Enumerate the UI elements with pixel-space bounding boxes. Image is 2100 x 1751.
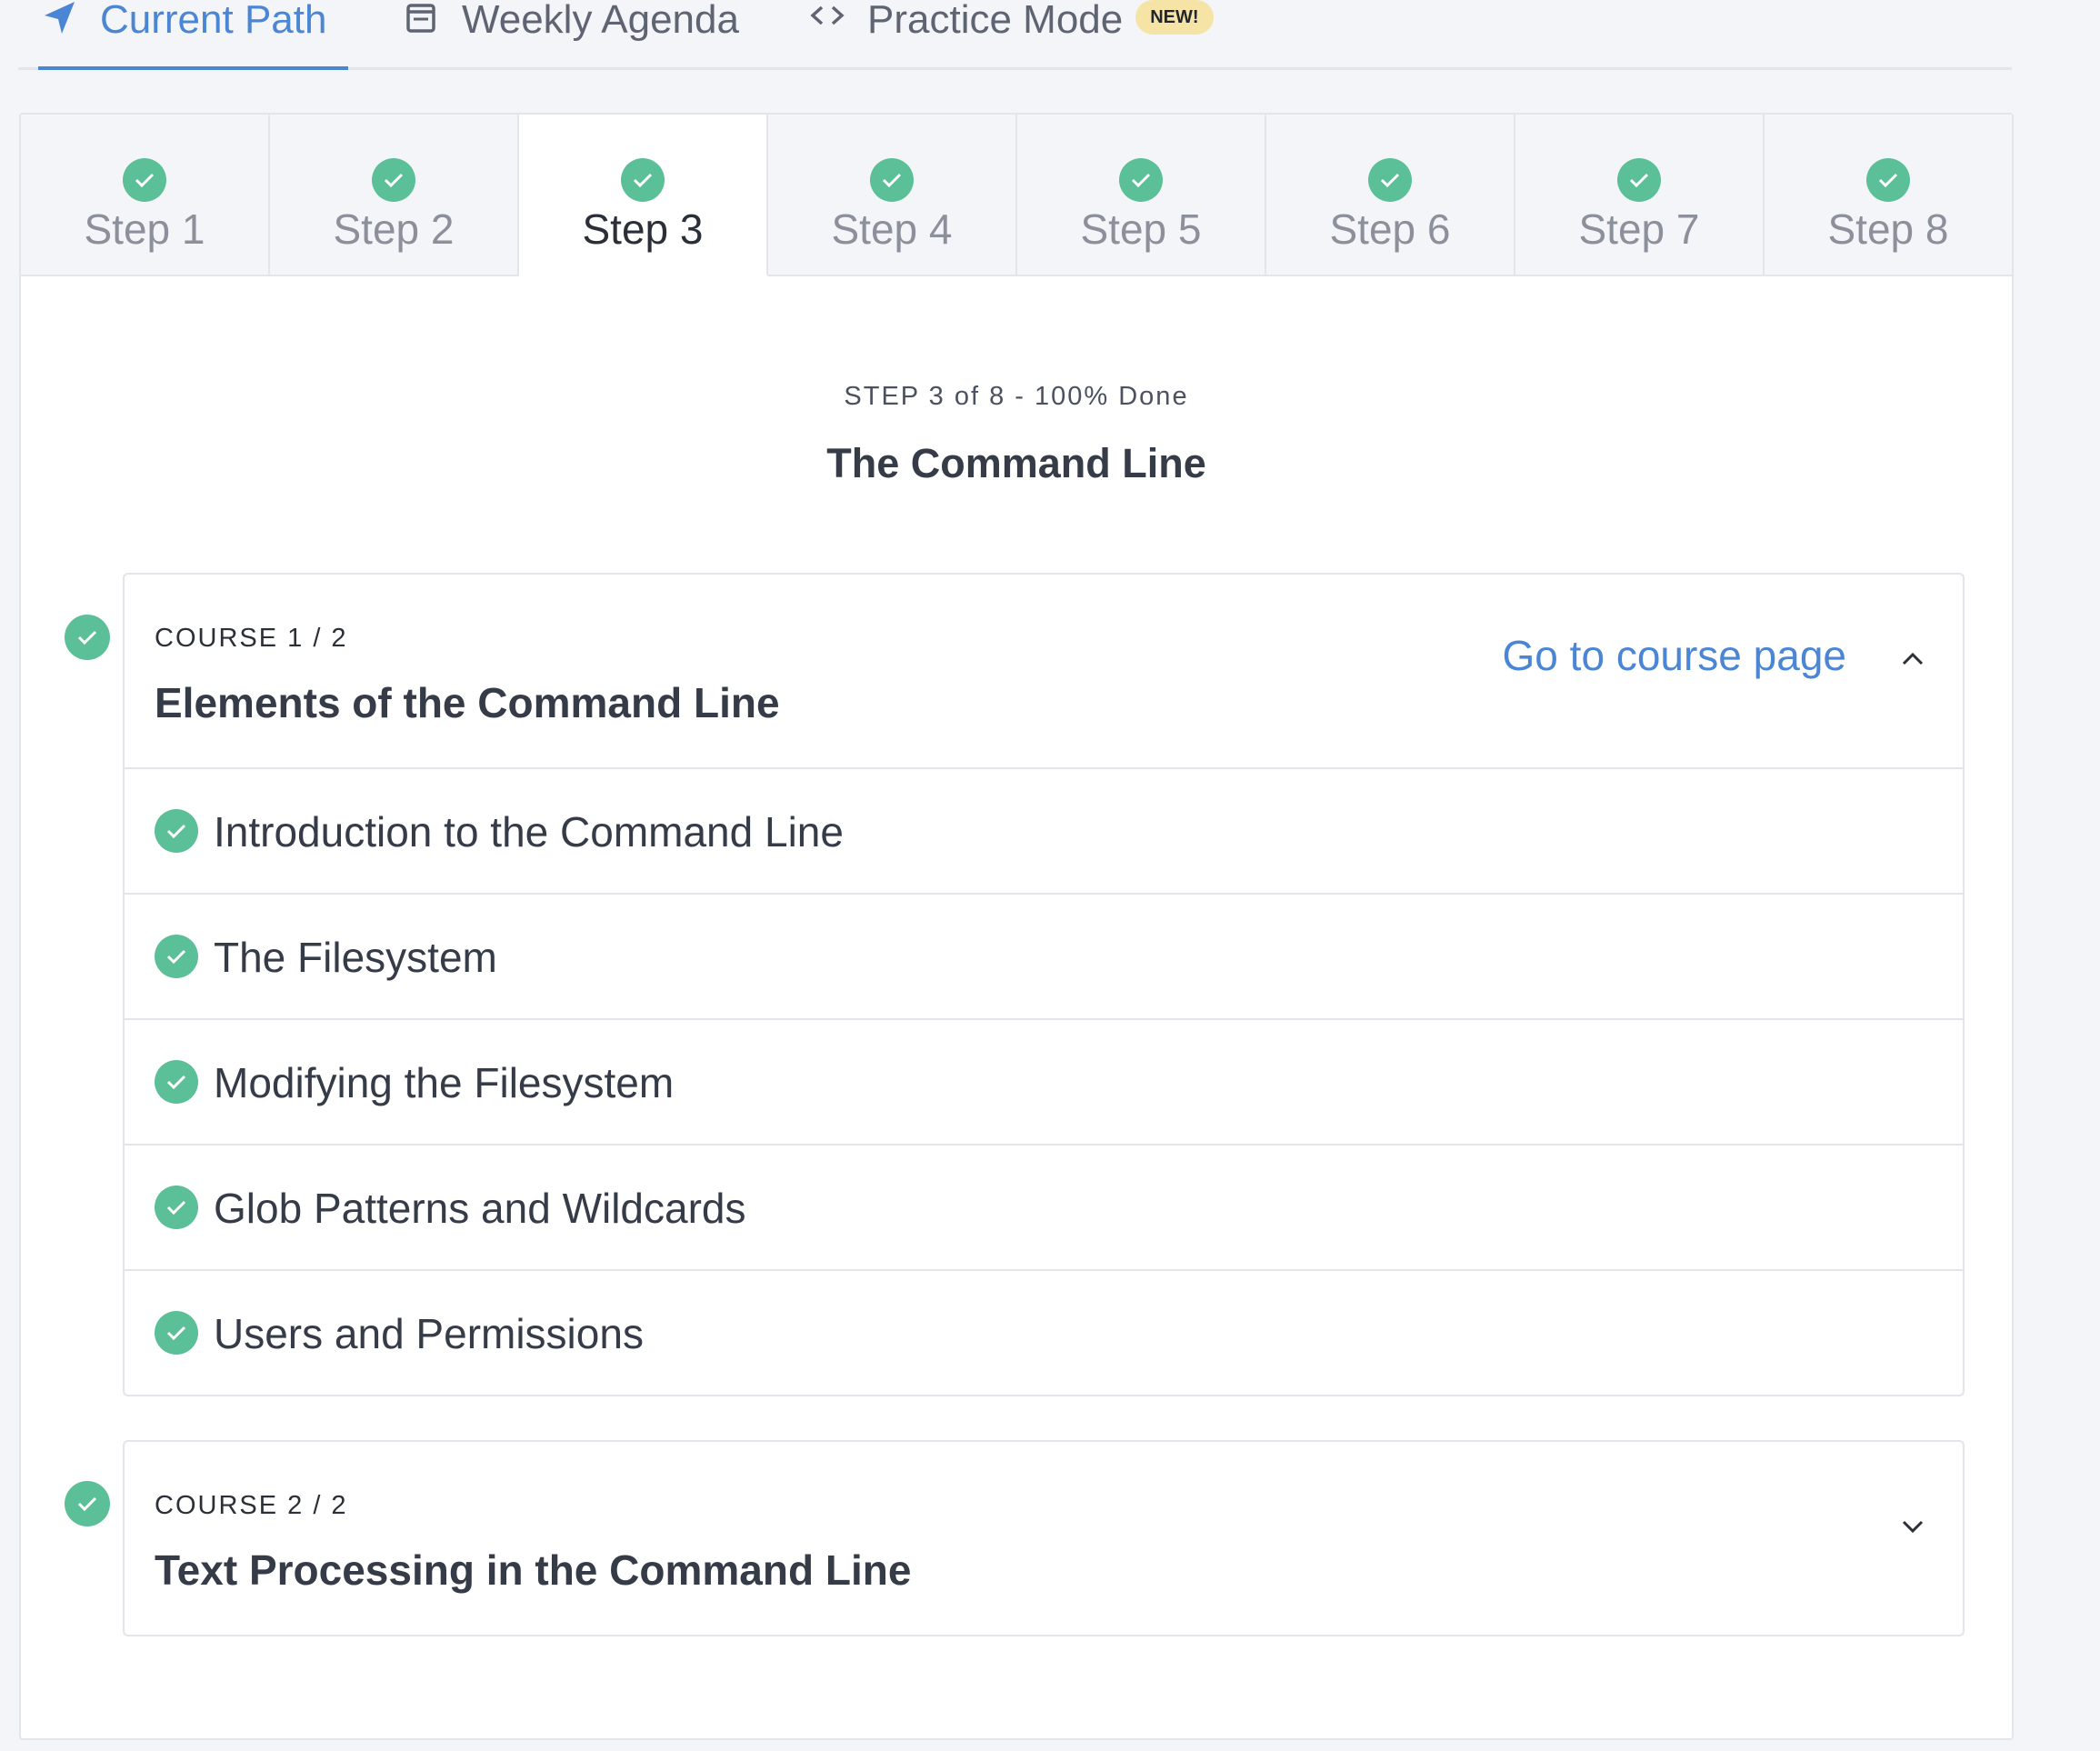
new-badge: NEW!: [1135, 0, 1214, 35]
step-tab-2[interactable]: Step 2: [270, 115, 519, 276]
check-circle-icon: [123, 158, 166, 202]
course-card-1: COURSE 1 / 2 Elements of the Command Lin…: [123, 573, 1965, 1396]
check-circle-icon: [155, 1186, 198, 1229]
step-tab-label: Step 3: [582, 205, 704, 253]
course-number: COURSE 1 / 2: [155, 624, 348, 653]
lesson-row[interactable]: The Filesystem: [125, 893, 1963, 1018]
lesson-row[interactable]: Introduction to the Command Line: [125, 767, 1963, 893]
check-circle-icon: [1368, 158, 1412, 202]
step-tab-7[interactable]: Step 7: [1515, 115, 1765, 276]
tab-weekly-agenda-label: Weekly Agenda: [462, 0, 739, 42]
chevron-up-icon[interactable]: [1899, 645, 1926, 673]
step-tab-label: Step 1: [84, 205, 205, 253]
check-circle-icon: [372, 158, 415, 202]
navigation-arrow-icon: [42, 0, 78, 36]
step-tab-6[interactable]: Step 6: [1266, 115, 1515, 276]
course-title: Elements of the Command Line: [155, 679, 780, 726]
step-tab-label: Step 2: [333, 205, 455, 253]
step-tab-4[interactable]: Step 4: [768, 115, 1017, 276]
check-circle-icon: [155, 935, 198, 978]
check-circle-icon: [155, 809, 198, 853]
check-circle-icon: [621, 158, 665, 202]
tab-practice-mode[interactable]: Practice Mode NEW!: [809, 0, 1214, 67]
step-tab-label: Step 8: [1827, 205, 1949, 253]
lesson-row[interactable]: Modifying the Filesystem: [125, 1018, 1963, 1144]
tab-practice-mode-label: Practice Mode: [867, 0, 1124, 42]
top-navigation-tabs: Current Path Weekly Agenda Practice Mode…: [18, 0, 2012, 70]
step-tab-5[interactable]: Step 5: [1017, 115, 1266, 276]
course-number: COURSE 2 / 2: [155, 1491, 348, 1520]
step-tab-label: Step 7: [1578, 205, 1700, 253]
course-complete-check-icon: [65, 1481, 110, 1526]
step-title: The Command Line: [826, 440, 1206, 486]
check-circle-icon: [155, 1311, 198, 1355]
check-circle-icon: [1866, 158, 1910, 202]
course-header[interactable]: COURSE 1 / 2 Elements of the Command Lin…: [125, 575, 1963, 767]
path-step-card: Step 1 Step 2 Step 3 Step 4 Step 5 Step …: [19, 113, 2014, 1740]
step-tab-1[interactable]: Step 1: [21, 115, 270, 276]
chevron-down-icon[interactable]: [1899, 1513, 1926, 1540]
step-tab-label: Step 4: [831, 205, 953, 253]
go-to-course-page-link[interactable]: Go to course page: [1503, 629, 1846, 682]
lesson-row[interactable]: Users and Permissions: [125, 1269, 1963, 1395]
lesson-title: The Filesystem: [214, 934, 497, 981]
lesson-title: Introduction to the Command Line: [214, 808, 844, 855]
tab-weekly-agenda[interactable]: Weekly Agenda: [404, 0, 739, 67]
check-circle-icon: [1119, 158, 1163, 202]
step-tab-label: Step 5: [1080, 205, 1202, 253]
course-title: Text Processing in the Command Line: [155, 1546, 912, 1594]
step-tab-label: Step 6: [1329, 205, 1451, 253]
course-card-2: COURSE 2 / 2 Text Processing in the Comm…: [123, 1440, 1965, 1636]
step-tab-3[interactable]: Step 3: [519, 115, 768, 276]
calendar-icon: [404, 0, 440, 36]
step-tabs: Step 1 Step 2 Step 3 Step 4 Step 5 Step …: [21, 115, 2012, 276]
code-brackets-icon: [809, 0, 845, 36]
step-progress-text: STEP 3 of 8 - 100% Done: [844, 382, 1189, 411]
tab-current-path[interactable]: Current Path: [37, 0, 349, 70]
tab-current-path-label: Current Path: [100, 0, 327, 42]
check-circle-icon: [870, 158, 914, 202]
check-circle-icon: [1617, 158, 1661, 202]
lesson-title: Users and Permissions: [214, 1310, 644, 1357]
course-header[interactable]: COURSE 2 / 2 Text Processing in the Comm…: [125, 1442, 1963, 1635]
course-complete-check-icon: [65, 615, 110, 660]
lesson-title: Glob Patterns and Wildcards: [214, 1185, 746, 1232]
check-circle-icon: [155, 1060, 198, 1104]
step-tab-8[interactable]: Step 8: [1765, 115, 2012, 276]
lesson-row[interactable]: Glob Patterns and Wildcards: [125, 1144, 1963, 1269]
lesson-title: Modifying the Filesystem: [214, 1059, 675, 1106]
